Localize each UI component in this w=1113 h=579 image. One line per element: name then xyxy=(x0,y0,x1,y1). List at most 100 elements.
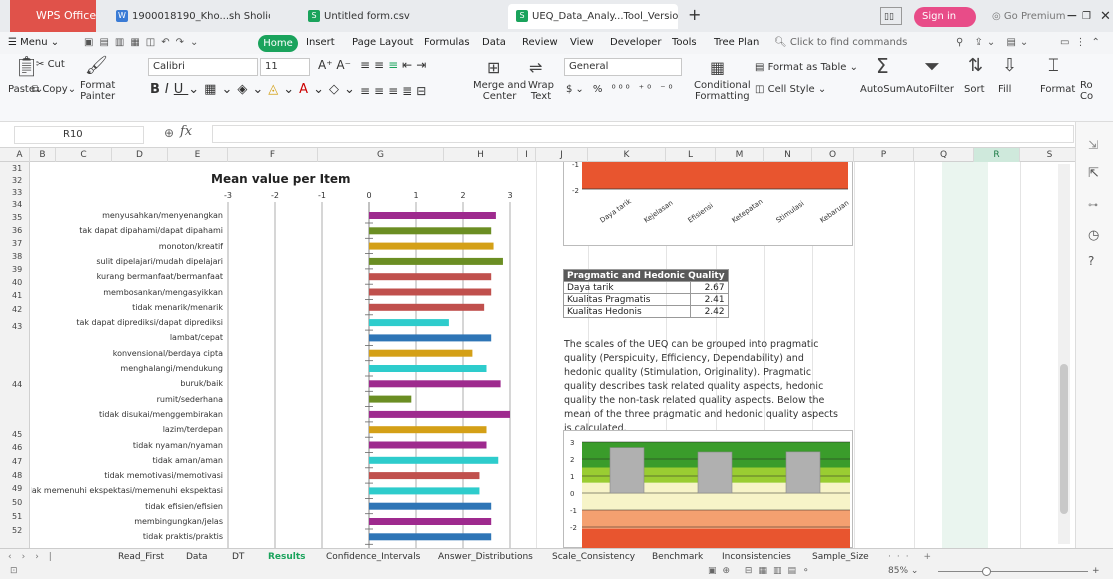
conditional-formatting-icon[interactable]: ▦ xyxy=(710,60,725,76)
format-button[interactable]: Format xyxy=(1040,84,1075,95)
font-style-buttons[interactable]: BIU⌄▦⌄◈⌄◬⌄A⌄◇⌄ xyxy=(150,83,360,96)
row-header[interactable]: 48 xyxy=(0,471,30,481)
row-header[interactable]: 46 xyxy=(0,443,30,453)
sheet-tab[interactable]: Read_First xyxy=(118,552,164,562)
fill-icon[interactable]: ⇩ xyxy=(1002,57,1017,75)
sheet-tab[interactable]: Data xyxy=(186,552,208,562)
sheet-tab[interactable]: Sample_Size xyxy=(812,552,869,562)
sheet-area[interactable]: Mean value per Item -3 -2 -1 0 1 2 3 menyusahk… xyxy=(31,162,1075,548)
autofilter-button[interactable]: AutoFilter xyxy=(906,84,954,95)
row-header[interactable]: 42 xyxy=(0,305,30,315)
alignment-top-buttons[interactable]: ≡≡≡⇤⇥ xyxy=(360,59,430,71)
font-name-select[interactable]: Calibri xyxy=(148,58,258,76)
column-header[interactable]: Q xyxy=(914,148,974,162)
more-icons[interactable]: ▭⋮⌃ xyxy=(1060,37,1106,48)
table-cell[interactable]: 2.67 xyxy=(689,281,729,294)
fill-button[interactable]: Fill xyxy=(998,84,1011,95)
cell-style-button[interactable]: ◫ Cell Style ⌄ xyxy=(755,84,826,95)
table-cell[interactable]: Kualitas Hedonis xyxy=(563,305,691,318)
tab-tools[interactable]: Tools xyxy=(672,37,697,48)
sheet-tab[interactable]: Answer_Distributions xyxy=(438,552,533,562)
zoom-in-button[interactable]: + xyxy=(1092,566,1100,576)
alignment-bottom-buttons[interactable]: ≡≡≡≣⊟ xyxy=(360,85,430,97)
new-tab-button[interactable]: + xyxy=(680,2,709,27)
panel-icon[interactable]: ⇲ xyxy=(1088,139,1098,151)
tab-tree-plan[interactable]: Tree Plan xyxy=(714,37,759,48)
number-format-buttons[interactable]: $⌄ % ⁰⁰⁰ ⁺⁰ ⁻⁰ xyxy=(566,84,676,95)
column-header[interactable]: P xyxy=(854,148,914,162)
name-box[interactable]: R10 xyxy=(14,126,144,144)
sheet-tab[interactable]: DT xyxy=(232,552,244,562)
menu-button[interactable]: ☰ Menu ⌄ xyxy=(8,37,59,48)
sheet-tab[interactable]: Scale_Consistency xyxy=(552,552,635,562)
table-cell[interactable]: Daya tarik xyxy=(563,281,691,294)
sheet-tab[interactable]: Benchmark xyxy=(652,552,703,562)
column-header[interactable]: H xyxy=(444,148,518,162)
row-header[interactable]: 31 xyxy=(0,164,30,174)
share-tools-icons[interactable]: ⚲ ⇪⌄ ▤⌄ xyxy=(956,37,1032,48)
wrap-text-button[interactable]: Wrap Text xyxy=(528,80,554,102)
zoom-formula-icon[interactable]: ⊕ xyxy=(164,127,174,139)
sheet-nav-arrows[interactable]: ‹››| xyxy=(8,552,62,562)
format-painter-button[interactable]: Format Painter xyxy=(80,80,115,102)
row-header[interactable]: 34 xyxy=(0,200,30,210)
column-header[interactable]: R xyxy=(974,148,1020,162)
mean-value-chart[interactable]: Mean value per Item -3 -2 -1 0 1 2 3 menyusahk… xyxy=(31,162,521,548)
sort-button[interactable]: Sort xyxy=(964,84,985,95)
column-header[interactable]: O xyxy=(812,148,854,162)
tab-formulas[interactable]: Formulas xyxy=(424,37,470,48)
table-cell[interactable]: 2.41 xyxy=(689,293,729,306)
row-header[interactable]: 44 xyxy=(0,380,30,390)
sheet-tab[interactable]: Results xyxy=(268,552,306,562)
command-search[interactable]: 🔍︎ Click to find commands xyxy=(774,37,907,48)
column-header[interactable]: C xyxy=(56,148,112,162)
conditional-formatting-button[interactable]: Conditional Formatting xyxy=(694,80,751,102)
row-header[interactable]: 47 xyxy=(0,457,30,467)
tab-developer[interactable]: Developer xyxy=(610,37,661,48)
format-painter-icon[interactable]: 🖌︎ xyxy=(85,57,108,75)
select-icon[interactable]: ⇱ xyxy=(1088,167,1099,180)
row-header[interactable]: 37 xyxy=(0,239,30,249)
column-header[interactable]: M xyxy=(716,148,764,162)
tab-review[interactable]: Review xyxy=(522,37,558,48)
row-header[interactable]: 52 xyxy=(0,526,30,536)
tab-ueq-active[interactable]: S UEQ_Data_Analy...Tool_Version10 xyxy=(508,4,678,29)
quick-access-toolbar[interactable]: ▣▤▥▦◫↶↷⌄ xyxy=(84,37,204,48)
tab-data[interactable]: Data xyxy=(482,37,506,48)
zoom-level[interactable]: 85% ⌄ xyxy=(888,566,918,576)
wrap-text-icon[interactable]: ⇌ xyxy=(529,60,542,76)
column-header[interactable]: J xyxy=(536,148,588,162)
row-header[interactable]: 50 xyxy=(0,498,30,508)
row-header[interactable]: 45 xyxy=(0,430,30,440)
column-header[interactable]: I xyxy=(518,148,536,162)
vertical-scrollbar[interactable] xyxy=(1058,164,1070,544)
quality-chart[interactable]: 3 2 1 0 -1 -2 xyxy=(563,430,853,548)
tab-csv[interactable]: S Untitled form.csv xyxy=(300,4,440,29)
row-header[interactable]: 38 xyxy=(0,252,30,262)
number-format-select[interactable]: General xyxy=(564,58,682,76)
sheet-tab[interactable]: Inconsistencies xyxy=(722,552,791,562)
layout-icon[interactable]: ▯▯ xyxy=(880,7,902,25)
row-header[interactable]: 39 xyxy=(0,265,30,275)
tab-view[interactable]: View xyxy=(570,37,594,48)
row-header[interactable]: 32 xyxy=(0,176,30,186)
column-header[interactable]: N xyxy=(764,148,812,162)
column-header[interactable]: S xyxy=(1020,148,1080,162)
autosum-button[interactable]: AutoSum xyxy=(860,84,906,95)
merge-icon[interactable]: ⊞ xyxy=(487,60,500,76)
tab-insert[interactable]: Insert xyxy=(306,37,335,48)
fx-button[interactable]: fx xyxy=(180,125,192,138)
history-icon[interactable]: ◷ xyxy=(1088,229,1099,242)
format-as-table-button[interactable]: ▤ Format as Table ⌄ xyxy=(755,62,858,73)
font-grow-shrink-buttons[interactable]: A⁺ A⁻ xyxy=(318,59,351,71)
tab-document[interactable]: W 1900018190_Kho...sh Sholichah_B xyxy=(108,4,270,29)
table-cell[interactable]: 2.42 xyxy=(689,305,729,318)
row-header[interactable]: 35 xyxy=(0,213,30,223)
column-header[interactable]: D xyxy=(112,148,168,162)
zoom-slider-thumb[interactable] xyxy=(982,567,991,576)
column-header[interactable]: A xyxy=(10,148,30,162)
row-header[interactable]: 40 xyxy=(0,278,30,288)
merge-center-button[interactable]: Merge and Center xyxy=(473,80,526,102)
scale-means-chart[interactable]: -1 -2 Daya tarik Kejelasan Efisiensi Ketepata… xyxy=(563,162,853,246)
zoom-slider[interactable] xyxy=(938,567,1088,576)
